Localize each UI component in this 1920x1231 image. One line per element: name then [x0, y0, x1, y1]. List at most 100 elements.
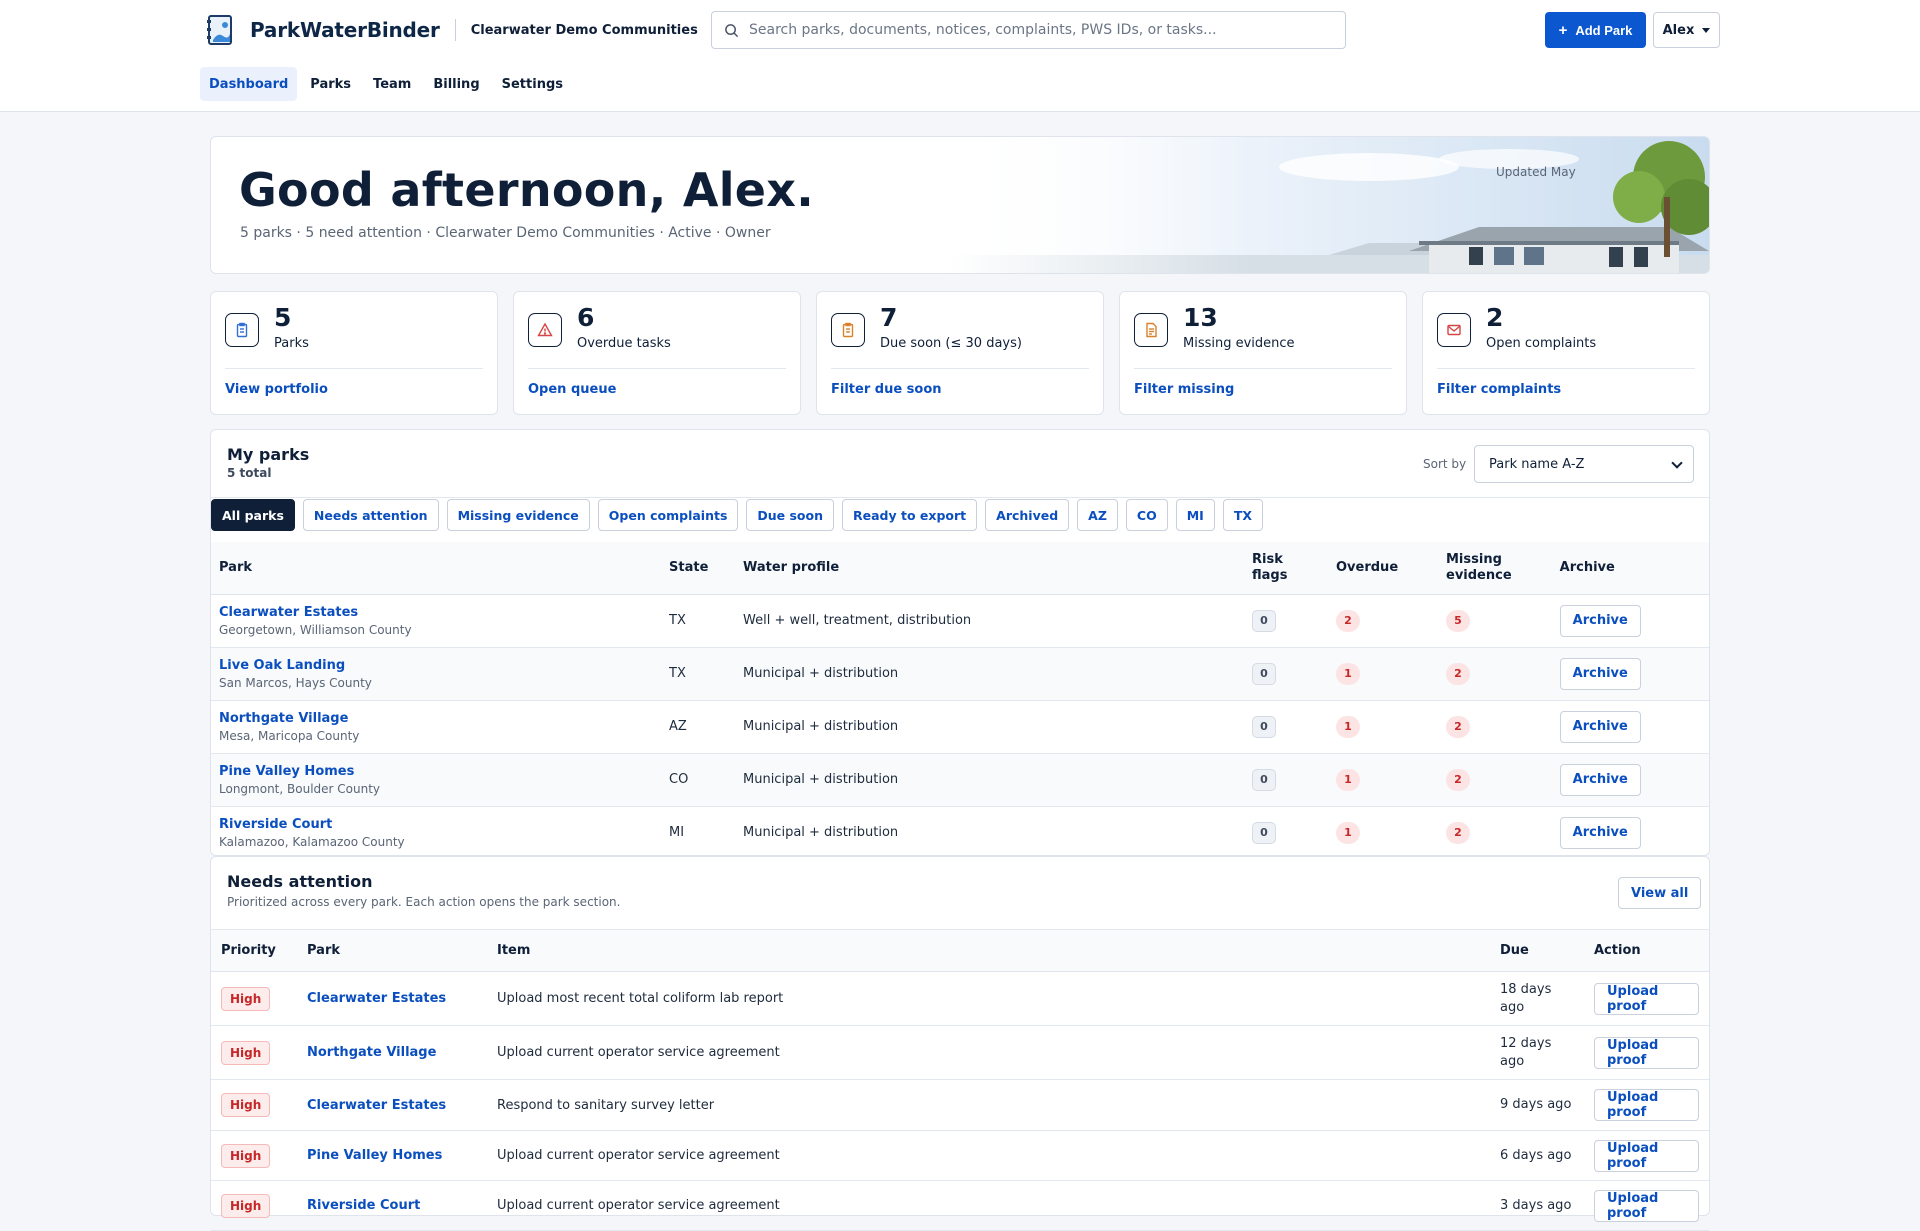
column-header[interactable]: Missing evidence [1438, 542, 1552, 595]
filter-chip-mi[interactable]: MI [1175, 499, 1215, 531]
item-cell: Upload current operator service agreemen… [487, 1025, 1490, 1080]
view-all-button[interactable]: View all [1618, 877, 1702, 909]
archive-button[interactable]: Archive [1559, 710, 1641, 743]
item-cell: Respond to sanitary survey letter [487, 1079, 1490, 1131]
table-row: Pine Valley Homes Longmont, Boulder Coun… [211, 753, 1709, 807]
risk-badge: 0 [1252, 768, 1276, 791]
park-location: San Marcos, Hays County [219, 675, 372, 690]
park-link[interactable]: Riverside Court [219, 817, 653, 832]
upload-proof-button[interactable]: Upload proof [1594, 1139, 1699, 1172]
risk-cell: 0 [1244, 700, 1328, 754]
priority-badge: High [221, 1040, 271, 1065]
risk-badge: 0 [1252, 821, 1276, 844]
user-menu-button[interactable]: Alex [1653, 12, 1720, 48]
filter-chip-open-complaints[interactable]: Open complaints [597, 499, 739, 531]
filter-chip-due-soon[interactable]: Due soon [746, 499, 835, 531]
missing-cell: 2 [1438, 753, 1552, 807]
water-profile-cell: Municipal + distribution [735, 647, 1244, 701]
water-profile-cell: Municipal + distribution [735, 700, 1244, 754]
priority-badge: High [221, 1193, 271, 1218]
overdue-badge: 1 [1336, 821, 1360, 844]
stat-card-due-soon: 7 Due soon (≤ 30 days) Filter due soon [816, 291, 1104, 415]
app-name: ParkWaterBinder [250, 18, 440, 42]
archive-button[interactable]: Archive [1559, 763, 1641, 796]
parks-table: Park State Water profile Risk flags Over… [211, 542, 1709, 860]
nav-team[interactable]: Team [364, 67, 420, 101]
park-link[interactable]: Clearwater Estates [297, 1079, 487, 1131]
action-cell: Upload proof [1584, 1180, 1709, 1231]
column-header[interactable]: Park [211, 542, 661, 595]
park-link[interactable]: Pine Valley Homes [219, 764, 653, 779]
parks-total: 5 total [227, 466, 272, 480]
filter-chip-missing-evidence[interactable]: Missing evidence [446, 499, 590, 531]
upload-proof-button[interactable]: Upload proof [1594, 982, 1699, 1015]
filter-due-soon-link[interactable]: Filter due soon [831, 382, 942, 397]
priority-cell: High [211, 1180, 297, 1231]
filter-chip-az[interactable]: AZ [1077, 499, 1118, 531]
park-link[interactable]: Riverside Court [297, 1180, 487, 1231]
park-cell: Riverside Court Kalamazoo, Kalamazoo Cou… [211, 806, 661, 860]
main-nav: Dashboard Parks Team Billing Settings [200, 67, 576, 101]
nav-billing[interactable]: Billing [424, 67, 488, 101]
stat-value: 2 [1486, 303, 1504, 332]
due-cell: 6 days ago [1490, 1130, 1584, 1181]
overdue-badge: 2 [1336, 609, 1360, 632]
column-header[interactable]: Risk flags [1244, 542, 1328, 595]
search-input[interactable] [749, 22, 1339, 38]
archive-cell: Archive [1551, 806, 1709, 860]
nav-settings[interactable]: Settings [493, 67, 572, 101]
missing-badge: 2 [1446, 821, 1470, 844]
filter-chip-needs-attention[interactable]: Needs attention [302, 499, 439, 531]
my-parks-panel: My parks 5 total Sort by Park name A-Z A… [210, 429, 1710, 860]
upload-proof-button[interactable]: Upload proof [1594, 1189, 1699, 1222]
brand[interactable]: ParkWaterBinder Clearwater Demo Communit… [204, 14, 698, 46]
card-divider [831, 368, 1089, 369]
organization-name: Clearwater Demo Communities [470, 22, 698, 38]
risk-badge: 0 [1252, 715, 1276, 738]
priority-cell: High [211, 971, 297, 1026]
section-subtitle: Prioritized across every park. Each acti… [227, 895, 621, 909]
park-location: Longmont, Boulder County [219, 781, 381, 796]
upload-proof-button[interactable]: Upload proof [1594, 1089, 1699, 1121]
upload-proof-button[interactable]: Upload proof [1594, 1036, 1699, 1069]
column-header[interactable]: Overdue [1328, 542, 1438, 595]
overdue-badge: 1 [1336, 715, 1360, 738]
archive-button[interactable]: Archive [1559, 604, 1641, 637]
column-header[interactable]: Water profile [735, 542, 1244, 595]
park-link[interactable]: Clearwater Estates [219, 605, 653, 620]
filter-missing-link[interactable]: Filter missing [1134, 382, 1234, 397]
filter-chip-tx[interactable]: TX [1222, 499, 1263, 531]
park-link[interactable]: Clearwater Estates [297, 971, 487, 1026]
search-box[interactable] [711, 11, 1346, 49]
filter-complaints-link[interactable]: Filter complaints [1437, 382, 1561, 397]
filter-chip-ready-to-export[interactable]: Ready to export [842, 499, 978, 531]
park-link[interactable]: Pine Valley Homes [297, 1130, 487, 1181]
overdue-cell: 1 [1328, 753, 1438, 807]
park-link[interactable]: Live Oak Landing [219, 658, 653, 673]
filter-chip-co[interactable]: CO [1125, 499, 1168, 531]
table-row: Clearwater Estates Georgetown, Williamso… [211, 594, 1709, 648]
archive-button[interactable]: Archive [1559, 816, 1641, 849]
add-park-button[interactable]: + Add Park [1545, 12, 1646, 48]
caret-down-icon [1702, 27, 1711, 33]
brand-divider [454, 19, 456, 41]
state-cell: AZ [661, 700, 735, 754]
due-cell: 12 days ago [1490, 1025, 1584, 1080]
park-link[interactable]: Northgate Village [219, 711, 653, 726]
archive-cell: Archive [1551, 700, 1709, 754]
stat-label: Parks [274, 336, 309, 351]
plus-icon: + [1558, 21, 1568, 39]
open-queue-link[interactable]: Open queue [528, 382, 616, 397]
archive-button[interactable]: Archive [1559, 657, 1641, 690]
column-header[interactable]: State [661, 542, 735, 595]
view-portfolio-link[interactable]: View portfolio [225, 382, 328, 397]
nav-dashboard[interactable]: Dashboard [200, 67, 298, 101]
sort-select[interactable]: Park name A-Z [1474, 445, 1694, 483]
table-row: High Clearwater Estates Respond to sanit… [211, 1079, 1709, 1131]
nav-parks[interactable]: Parks [301, 67, 360, 101]
filter-chip-archived[interactable]: Archived [985, 499, 1070, 531]
park-filter-chips: All parks Needs attention Missing eviden… [211, 499, 1271, 531]
filter-chip-all[interactable]: All parks [211, 499, 295, 531]
archive-cell: Archive [1551, 753, 1709, 807]
park-link[interactable]: Northgate Village [297, 1025, 487, 1080]
